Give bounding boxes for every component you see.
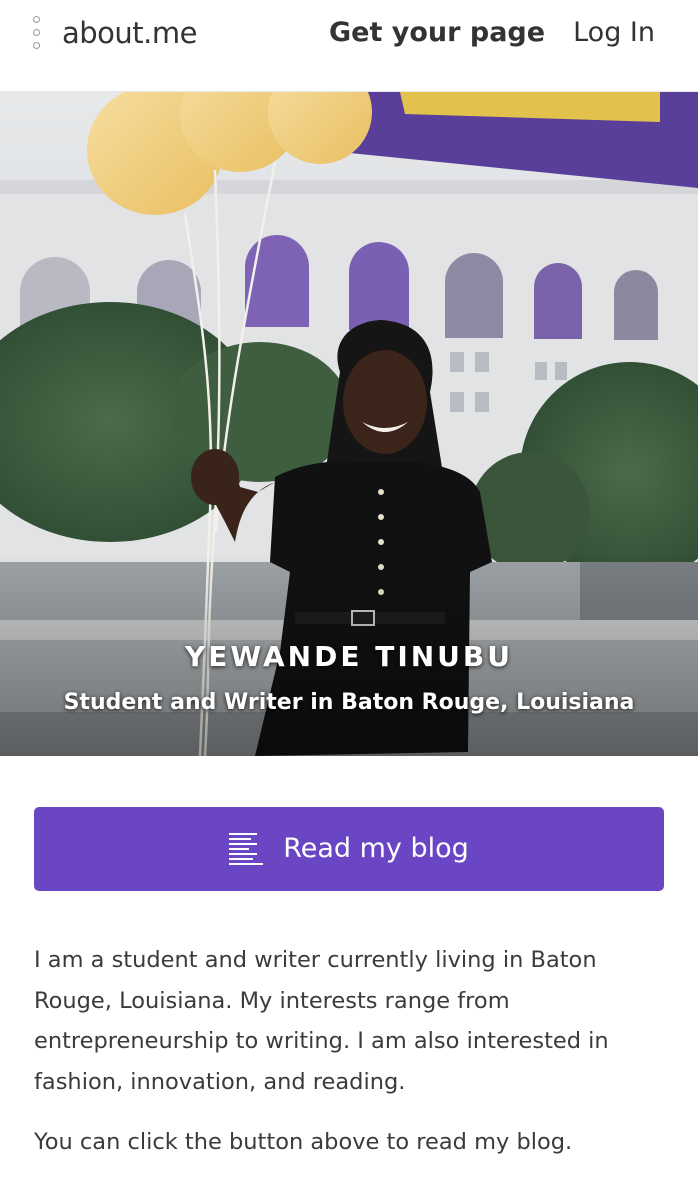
login-link[interactable]: Log In [573, 14, 655, 52]
brand-logo[interactable]: about.me [62, 14, 197, 52]
lines-icon [229, 833, 264, 865]
hero-section: YEWANDE TINUBU Student and Writer in Bat… [0, 92, 698, 756]
profile-name: YEWANDE TINUBU [184, 640, 513, 673]
menu-dots-icon[interactable] [30, 14, 44, 52]
bio-section: I am a student and writer currently livi… [34, 940, 674, 1183]
profile-headline: Student and Writer in Baton Rouge, Louis… [63, 690, 635, 715]
bio-paragraph: I am a student and writer currently livi… [34, 947, 609, 1095]
get-your-page-link[interactable]: Get your page [329, 14, 545, 52]
read-blog-label: Read my blog [283, 833, 469, 864]
read-blog-button[interactable]: Read my blog [34, 807, 664, 891]
bio-paragraph: You can click the button above to read m… [34, 1129, 573, 1155]
top-nav-bar: about.me Get your page Log In [0, 0, 698, 92]
